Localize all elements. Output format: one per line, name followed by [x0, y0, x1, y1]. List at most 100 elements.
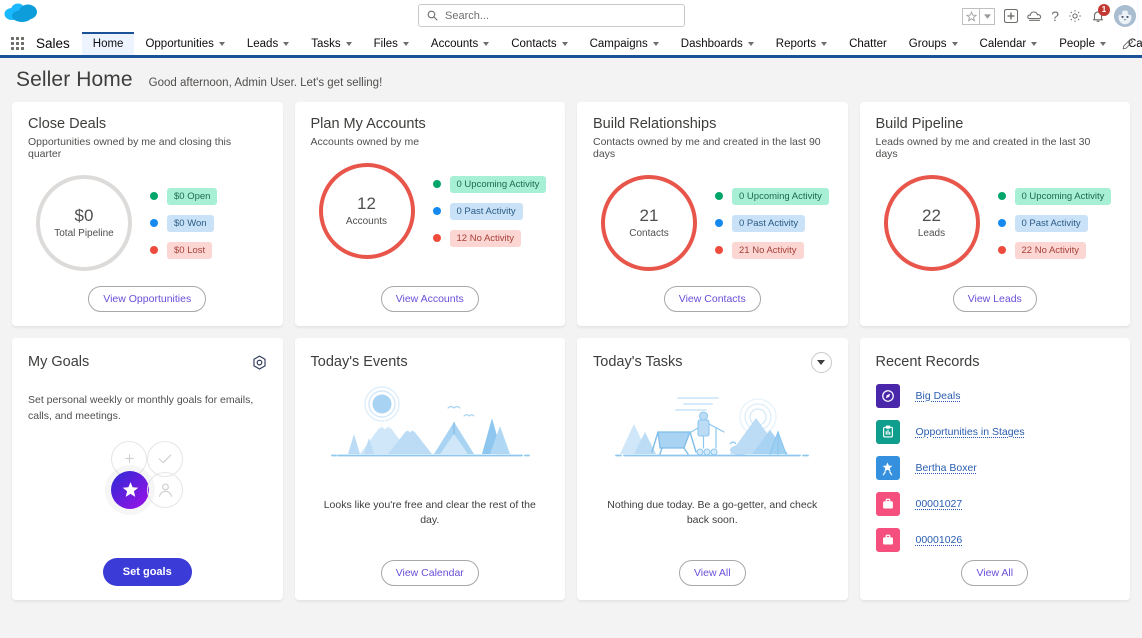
nav-item-home[interactable]: Home: [82, 32, 135, 55]
legend-item[interactable]: 0 Upcoming Activity: [433, 176, 550, 193]
legend-label: 12 No Activity: [450, 230, 522, 247]
legend-item[interactable]: 12 No Activity: [433, 230, 550, 247]
legend-label: $0 Lost: [167, 242, 212, 259]
legend-item[interactable]: $0 Lost: [150, 242, 267, 259]
chevron-down-icon[interactable]: [283, 42, 289, 46]
cloud-setup-icon[interactable]: [1027, 9, 1042, 23]
chevron-down-icon[interactable]: [952, 42, 958, 46]
view-calendar-button[interactable]: View Calendar: [381, 560, 479, 586]
chevron-down-icon[interactable]: [1031, 42, 1037, 46]
chevron-down-icon[interactable]: [483, 42, 489, 46]
question-mark-icon[interactable]: ?: [1051, 9, 1059, 23]
legend-item[interactable]: 0 Past Activity: [715, 215, 832, 232]
card-footer: View Calendar: [295, 560, 566, 586]
nav-item-label: Reports: [776, 38, 816, 50]
view-contacts-button[interactable]: View Contacts: [664, 286, 761, 312]
chevron-down-icon[interactable]: [219, 42, 225, 46]
recent-record-link[interactable]: 00001026: [916, 534, 963, 546]
legend-item[interactable]: 0 Past Activity: [998, 215, 1115, 232]
person-icon: [147, 472, 183, 508]
legend-item[interactable]: $0 Won: [150, 215, 267, 232]
set-goals-button[interactable]: Set goals: [103, 558, 192, 586]
plus-circle-icon[interactable]: [1004, 9, 1018, 23]
nav-item-chatter[interactable]: Chatter: [838, 32, 898, 55]
view-all-records-button[interactable]: View All: [961, 560, 1028, 586]
nav-item-calendar[interactable]: Calendar: [969, 32, 1049, 55]
nav-item-label: Chatter: [849, 38, 887, 50]
card-footer: Set goals: [12, 558, 283, 586]
legend-item[interactable]: 21 No Activity: [715, 242, 832, 259]
nav-item-groups[interactable]: Groups: [898, 32, 969, 55]
view-all-tasks-button[interactable]: View All: [679, 560, 746, 586]
case-icon: [876, 528, 900, 552]
chevron-down-icon[interactable]: [403, 42, 409, 46]
user-avatar[interactable]: [1114, 5, 1136, 27]
legend-item[interactable]: 0 Upcoming Activity: [715, 188, 832, 205]
legend-item[interactable]: 0 Upcoming Activity: [998, 188, 1115, 205]
recent-record-link[interactable]: Opportunities in Stages: [916, 426, 1025, 438]
legend-item[interactable]: $0 Open: [150, 188, 267, 205]
donut-chart-wrap: 22 Leads: [876, 174, 988, 272]
app-launcher-waffle-icon[interactable]: [0, 32, 34, 55]
legend-label: 0 Past Activity: [732, 215, 805, 232]
nav-item-campaigns[interactable]: Campaigns: [579, 32, 670, 55]
gear-icon[interactable]: [1068, 9, 1082, 23]
chevron-down-icon[interactable]: [653, 42, 659, 46]
chevron-down-icon[interactable]: [811, 352, 832, 373]
chevron-down-icon[interactable]: [821, 42, 827, 46]
legend-label: 0 Upcoming Activity: [450, 176, 547, 193]
card-todays-tasks: Today's Tasks Nothing due today. Be a go…: [577, 338, 848, 600]
app-name[interactable]: Sales: [34, 32, 82, 55]
nav-item-reports[interactable]: Reports: [765, 32, 838, 55]
nav-item-dashboards[interactable]: Dashboards: [670, 32, 765, 55]
pencil-icon[interactable]: [1122, 32, 1134, 55]
nav-item-label: Files: [374, 38, 398, 50]
legend-dot-icon: [715, 246, 723, 254]
card-title: Today's Events: [311, 354, 550, 370]
chevron-down-icon[interactable]: [980, 8, 995, 25]
recent-record-link[interactable]: Bertha Boxer: [916, 462, 977, 474]
favorites-group[interactable]: [962, 8, 995, 25]
gear-hex-icon[interactable]: [252, 355, 267, 371]
global-search-box[interactable]: [418, 4, 685, 27]
page-title: Seller Home: [16, 68, 133, 92]
recent-record-item[interactable]: Big Deals: [876, 384, 1115, 408]
legend-dot-icon: [433, 234, 441, 242]
card-title: Close Deals: [28, 116, 267, 132]
nav-item-leads[interactable]: Leads: [236, 32, 300, 55]
star-badge-icon: [111, 471, 149, 509]
global-header: ? 1: [0, 0, 1142, 32]
search-input[interactable]: [445, 10, 676, 22]
chevron-down-icon[interactable]: [346, 42, 352, 46]
recent-record-link[interactable]: Big Deals: [916, 390, 961, 402]
card-footer: View Contacts: [577, 286, 848, 312]
legend-item[interactable]: 0 Past Activity: [433, 203, 550, 220]
nav-item-contacts[interactable]: Contacts: [500, 32, 578, 55]
chevron-down-icon[interactable]: [748, 42, 754, 46]
recent-record-item[interactable]: Opportunities in Stages: [876, 420, 1115, 444]
header-actions: ? 1: [962, 0, 1136, 32]
chevron-down-icon[interactable]: [1100, 42, 1106, 46]
nav-item-people[interactable]: People: [1048, 32, 1117, 55]
card-subtitle: Accounts owned by me: [311, 136, 550, 148]
goals-description: Set personal weekly or monthly goals for…: [28, 393, 267, 425]
recent-record-link[interactable]: 00001027: [916, 498, 963, 510]
view-accounts-button[interactable]: View Accounts: [381, 286, 479, 312]
nav-item-opportunities[interactable]: Opportunities: [134, 32, 235, 55]
chevron-down-icon[interactable]: [562, 42, 568, 46]
bell-icon[interactable]: 1: [1091, 9, 1105, 23]
card-recent-records: Recent Records Big Deals Opportunities in…: [860, 338, 1131, 600]
recent-record-item[interactable]: 00001027: [876, 492, 1115, 516]
view-leads-button[interactable]: View Leads: [953, 286, 1037, 312]
salesforce-cloud-logo[interactable]: [0, 0, 46, 32]
recent-record-item[interactable]: Bertha Boxer: [876, 456, 1115, 480]
legend-list: 0 Upcoming Activity 0 Past Activity 12 N…: [423, 176, 550, 247]
view-opportunities-button[interactable]: View Opportunities: [88, 286, 206, 312]
nav-item-tasks[interactable]: Tasks: [300, 32, 362, 55]
nav-item-accounts[interactable]: Accounts: [420, 32, 500, 55]
nav-items: Home Opportunities Leads Tasks Files Accounts…: [82, 32, 1142, 55]
nav-item-files[interactable]: Files: [363, 32, 420, 55]
legend-item[interactable]: 22 No Activity: [998, 242, 1115, 259]
star-icon[interactable]: [962, 8, 980, 25]
recent-record-item[interactable]: 00001026: [876, 528, 1115, 552]
